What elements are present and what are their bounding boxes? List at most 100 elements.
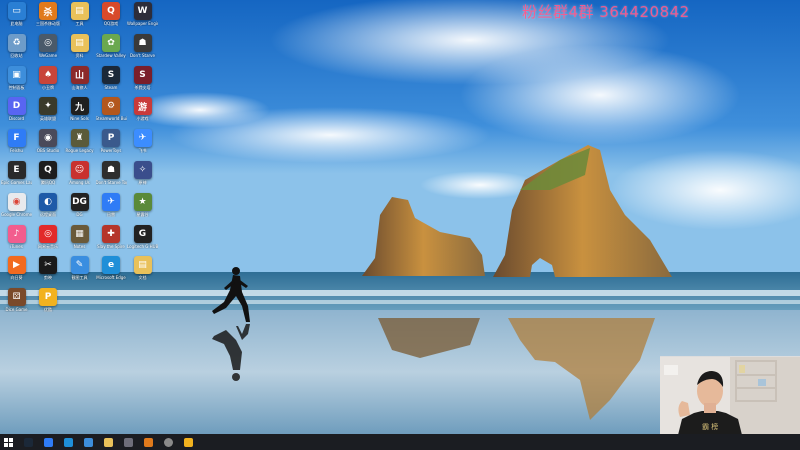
desktop-icon-genshin[interactable]: ✧ 原神 — [127, 161, 158, 191]
desktop-icon-label: iTunes — [10, 243, 23, 249]
desktop-icon-powertoys[interactable]: P PowerToys — [96, 129, 127, 159]
discord-icon: D — [7, 97, 26, 116]
desktop-icon-dst[interactable]: ☗Don't Starve Together — [96, 161, 127, 191]
desktop-icon-netease-music[interactable]: ◎ 网易云音乐 — [33, 224, 64, 255]
desktop-icon-label: 网易云音乐 — [38, 243, 58, 249]
desktop-icon-balatro[interactable]: ♠ 小丑牌 — [33, 65, 64, 96]
desktop-icon-feishu[interactable]: ✈ 飞书 — [127, 129, 158, 159]
desktop-icon-game[interactable]: ⚙Steamworld Build — [96, 97, 127, 127]
desktop-icon-qq-game[interactable]: Q QQ游戏 — [96, 2, 127, 32]
desktop-icon-game[interactable]: 游小游戏 — [127, 97, 158, 127]
capcut-icon: ✂ — [39, 256, 57, 275]
snip-icon: ✎ — [70, 256, 89, 275]
desktop-icon-label: 工具 — [75, 21, 84, 26]
desktop-icon-label: 杀戮尖塔 — [134, 84, 151, 90]
desktop-icon-recycle-bin[interactable]: ♻ 回收站 — [1, 33, 32, 64]
taskbar-app-button[interactable] — [180, 434, 196, 450]
file-explorer-icon — [103, 437, 113, 447]
genshin-icon: ✧ — [133, 161, 152, 179]
desktop-icon-label: OBS Studio — [36, 148, 60, 154]
taskbar-steam-button[interactable] — [20, 434, 36, 450]
taskbar-file-explorer-button[interactable] — [100, 434, 116, 450]
desktop-icon-notes[interactable]: ▦ Notes — [64, 224, 95, 255]
desktop-icon-qq[interactable]: Q 腾讯QQ — [33, 161, 64, 191]
desktop-icon-label: 三国杀移动版 — [36, 21, 60, 26]
desktop-icon-label: 控制面板 — [8, 84, 25, 90]
desktop-icon-epic[interactable]: EEpic Games Launcher — [1, 161, 32, 191]
desktop-icon-label: Feishu — [10, 148, 23, 154]
taskbar — [0, 434, 800, 450]
settings-icon — [83, 437, 93, 447]
desktop-icon-itunes[interactable]: ♪ iTunes — [1, 224, 32, 255]
desktop-icon-capcut[interactable]: ✂ 剪映 — [33, 256, 64, 286]
desktop-icon-label: Epic Games Launcher — [1, 180, 32, 185]
taskbar-browser-button[interactable] — [40, 434, 56, 450]
desktop-icon-slay-the-spire[interactable]: S 杀戮尖塔 — [127, 65, 158, 96]
desktop-icon-folder[interactable]: ▤ 资料 — [64, 33, 95, 64]
desktop-icon-snip[interactable]: ✎ 截图工具 — [64, 256, 95, 286]
desktop-icon-label: Don't Starve — [129, 52, 156, 58]
desktop-icon-edge[interactable]: e Microsoft Edge — [96, 256, 127, 286]
desktop-icon-label: 截图工具 — [71, 275, 88, 281]
balatro-icon: ♠ — [39, 65, 57, 84]
taskbar-settings-button[interactable] — [80, 434, 96, 450]
qq-game-icon: Q — [102, 2, 120, 20]
desktop-icon-sunlogin[interactable]: ▶ 向日葵 — [1, 256, 32, 286]
desktop-icon-label: 英雄联盟 — [40, 116, 56, 122]
desktop-icon-game[interactable]: ⚄ Dice Game — [1, 288, 32, 318]
desktop-icon-youku[interactable]: P 优酷 — [33, 288, 64, 318]
desktop-icon-stardew[interactable]: ✿ Stardew Valley — [96, 33, 127, 64]
desktop-icon-label: PowerToys — [100, 148, 122, 154]
desktop-icon-chrome[interactable]: ◉ Google Chrome — [1, 192, 32, 223]
desktop-icon-feishu[interactable]: F Feishu — [1, 129, 32, 159]
desktop-icon-label: 优酷 — [44, 307, 52, 313]
desktop-icon-sanguosha[interactable]: 杀三国杀移动版 — [33, 2, 64, 32]
desktop-icon-game[interactable]: ✚ Slay the Spire — [96, 224, 127, 255]
desktop-icon-label: Logitech G HUB — [127, 243, 158, 249]
desktop-icon-ghub[interactable]: G Logitech G HUB — [127, 224, 158, 255]
desktop-icon-label: Nine Sols — [70, 116, 89, 122]
desktop-icon-folder[interactable]: ▤ 工具 — [64, 2, 95, 32]
desktop-icon-label: 小丑牌 — [42, 84, 54, 90]
svg-text:霸 榜: 霸 榜 — [702, 422, 718, 431]
obs-icon: ◉ — [39, 129, 57, 148]
desktop-icon-dg[interactable]: DG DG — [64, 192, 95, 223]
game-icon: ⚄ — [7, 288, 26, 307]
ghub-icon: G — [133, 224, 152, 243]
taskbar-obs-button[interactable] — [160, 434, 176, 450]
desktop-icon-label: 文档 — [138, 275, 147, 281]
desktop-icon-label: 向日葵 — [10, 275, 23, 281]
streamer-webcam-image: 霸 榜 — [660, 357, 800, 435]
taskbar-game-button[interactable] — [140, 434, 156, 450]
desktop-icon-steam[interactable]: S Steam — [96, 65, 127, 96]
desktop-icon-game[interactable]: 九 Nine Sols — [64, 97, 95, 127]
desktop-icon-game[interactable]: 山山海旅人 — [64, 65, 95, 96]
desktop-icon-this-pc[interactable]: ▭ 此电脑 — [1, 2, 32, 32]
desktop-icon-game[interactable]: ★ 星露谷 — [127, 192, 158, 223]
desktop-icon-game[interactable]: ♜ Rogue Legacy — [64, 129, 95, 159]
taskbar-start-button[interactable] — [0, 434, 16, 450]
desktop-icon-remote[interactable]: ◐ 远程桌面 — [33, 192, 64, 223]
game-icon: ✚ — [102, 224, 120, 243]
desktop-icon-dont-starve[interactable]: ☗ Don't Starve — [127, 33, 158, 64]
taskbar-terminal-button[interactable] — [120, 434, 136, 450]
obs-icon — [163, 437, 173, 447]
powertoys-icon: P — [102, 129, 120, 148]
desktop-icon-grid: ▭此电脑杀三国杀移动版▤工具QQQ游戏WWallpaper Engine♻回收站… — [0, 0, 160, 434]
desktop-icon-label: 山海旅人 — [71, 84, 88, 90]
chrome-icon: ◉ — [7, 192, 26, 211]
taskbar-edge-button[interactable] — [60, 434, 76, 450]
folder-icon: ▤ — [70, 33, 89, 52]
desktop-icon-folder[interactable]: ▤ 文档 — [127, 256, 158, 286]
dg-icon: DG — [70, 192, 89, 211]
wallpaper-engine-icon: W — [133, 2, 152, 20]
desktop-icon-control-panel[interactable]: ▣ 控制面板 — [1, 65, 32, 96]
desktop-icon-lol[interactable]: ✦ 英雄联盟 — [33, 97, 64, 127]
desktop-icon-discord[interactable]: D Discord — [1, 97, 32, 127]
desktop-icon-among-us[interactable]: ☺ Among Us — [64, 161, 95, 191]
desktop-icon-xunlei[interactable]: ✈ 迅雷 — [96, 192, 127, 223]
desktop-icon-obs[interactable]: ◉ OBS Studio — [33, 129, 64, 159]
epic-icon: E — [7, 161, 26, 179]
desktop-icon-wallpaper-engine[interactable]: WWallpaper Engine — [127, 2, 158, 32]
desktop-icon-wegame[interactable]: ◎ WeGame — [33, 33, 64, 64]
